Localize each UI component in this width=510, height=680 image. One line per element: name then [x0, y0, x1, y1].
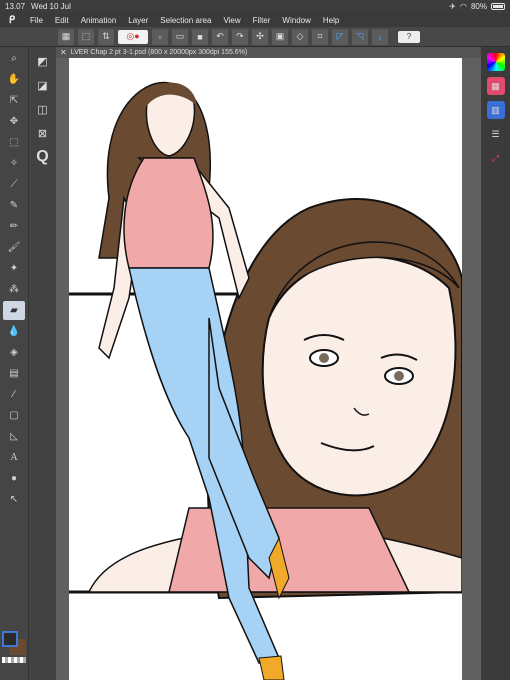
- menu-filter[interactable]: Filter: [247, 16, 277, 25]
- right-panel: ▦ ▥ ☰ ⤢: [481, 47, 510, 680]
- menu-file[interactable]: File: [24, 16, 49, 25]
- fill-bucket-icon[interactable]: ◈: [3, 343, 25, 362]
- color-wheel-icon[interactable]: [486, 53, 505, 71]
- app-logo-icon[interactable]: ᑭ: [0, 15, 24, 26]
- new-file-icon[interactable]: ▫: [152, 28, 168, 45]
- subtool-4-icon[interactable]: ⊠: [33, 123, 53, 143]
- menu-edit[interactable]: Edit: [49, 16, 75, 25]
- eraser-icon[interactable]: ▰: [3, 301, 25, 320]
- help-button[interactable]: ?: [398, 30, 420, 43]
- subtool-2-icon[interactable]: ◪: [33, 75, 53, 95]
- crop-icon[interactable]: ⌗: [312, 28, 328, 45]
- status-time: 13.07: [5, 2, 26, 11]
- close-tab-icon[interactable]: ✕: [60, 48, 67, 57]
- correct-line-icon[interactable]: ↖: [3, 490, 25, 509]
- battery-percent: 80%: [470, 2, 487, 11]
- status-bar: 13.07 Wed 10 Jul ✈ ◠ 80%: [0, 0, 510, 13]
- airbrush-icon[interactable]: ✦: [3, 259, 25, 278]
- sub-tool-palette: ◩ ◪ ◫ ⊠ Q: [28, 47, 56, 680]
- subtool-3-icon[interactable]: ◫: [33, 99, 53, 119]
- pin-icon[interactable]: ↓: [372, 28, 388, 45]
- menu-selection-area[interactable]: Selection area: [154, 16, 217, 25]
- pencil-icon[interactable]: ✏: [3, 217, 25, 236]
- auto-select-icon[interactable]: ✧: [3, 154, 25, 173]
- menu-grid-icon[interactable]: ▦: [58, 28, 74, 45]
- command-bar: ▦ ⬚ ⇅ ◎● ▫ ▭ ■ ↶ ↷ ✣ ▣ ◇ ⌗ ◸ ◹ ↓ ?: [0, 27, 510, 47]
- canvas-page[interactable]: [69, 58, 462, 680]
- fill-icon[interactable]: ▣: [272, 28, 288, 45]
- operation-icon[interactable]: ⇱: [3, 91, 25, 110]
- zoom-icon[interactable]: ⌕: [3, 49, 25, 68]
- ruler-tool-icon[interactable]: ◺: [3, 427, 25, 446]
- balloon-icon[interactable]: ●: [3, 469, 25, 488]
- color-set-icon[interactable]: ▦: [486, 77, 505, 95]
- blend-icon[interactable]: 💧: [3, 322, 25, 341]
- menu-bar: ᑭ File Edit Animation Layer Selection ar…: [0, 13, 510, 27]
- battery-icon: [491, 3, 505, 10]
- move-layer-icon[interactable]: ✥: [3, 112, 25, 131]
- selection-icon[interactable]: ⬚: [3, 133, 25, 152]
- wifi-icon: ◠: [460, 2, 467, 11]
- hand-icon[interactable]: ✋: [3, 70, 25, 89]
- eyedropper-icon[interactable]: ⟋: [3, 175, 25, 194]
- color-swatches[interactable]: [2, 631, 26, 659]
- brush-icon[interactable]: 🖌: [3, 238, 25, 257]
- decoration-icon[interactable]: ⁂: [3, 280, 25, 299]
- clear-icon[interactable]: ◇: [292, 28, 308, 45]
- ruler-icon[interactable]: ◸: [332, 28, 348, 45]
- text-icon[interactable]: A: [3, 448, 25, 467]
- menu-layer[interactable]: Layer: [122, 16, 154, 25]
- gradient-icon[interactable]: ▤: [3, 364, 25, 383]
- sub-view-icon[interactable]: ⤢: [487, 149, 505, 167]
- menu-window[interactable]: Window: [276, 16, 316, 25]
- pen-icon[interactable]: ✎: [3, 196, 25, 215]
- redo-icon[interactable]: ↷: [232, 28, 248, 45]
- menu-help[interactable]: Help: [317, 16, 345, 25]
- transform-icon[interactable]: ✣: [252, 28, 268, 45]
- intermediate-color-icon[interactable]: ▥: [486, 101, 505, 119]
- main-color-swatch[interactable]: [2, 631, 18, 647]
- canvas-area[interactable]: ✕ LVER Chap 2 pt 3-1.psd (800 x 20000px …: [56, 47, 481, 680]
- frame-icon[interactable]: ▢: [3, 406, 25, 425]
- transparent-color-swatch[interactable]: [2, 657, 26, 663]
- open-folder-icon[interactable]: ▭: [172, 28, 188, 45]
- snap-icon[interactable]: ◹: [352, 28, 368, 45]
- undo-icon[interactable]: ↶: [212, 28, 228, 45]
- document-tab[interactable]: ✕ LVER Chap 2 pt 3-1.psd (800 x 20000px …: [56, 47, 481, 58]
- figure-icon[interactable]: ∕: [3, 385, 25, 404]
- companion-mode-button[interactable]: ◎●: [118, 29, 148, 44]
- subtool-5-icon[interactable]: Q: [33, 147, 53, 167]
- airplane-icon: ✈: [449, 2, 456, 11]
- layers-icon[interactable]: ☰: [487, 125, 505, 143]
- tool-palette: ⌕ ✋ ⇱ ✥ ⬚ ✧ ⟋ ✎ ✏ 🖌 ✦ ⁂ ▰ 💧 ◈ ▤ ∕ ▢ ◺ A …: [0, 47, 28, 680]
- save-icon[interactable]: ■: [192, 28, 208, 45]
- subtool-1-icon[interactable]: ◩: [33, 51, 53, 71]
- comic-artwork: [69, 81, 462, 680]
- quick-access-icon[interactable]: ⬚: [78, 28, 94, 45]
- scroll-arrows-icon[interactable]: ⇅: [98, 28, 114, 45]
- menu-view[interactable]: View: [217, 16, 246, 25]
- menu-animation[interactable]: Animation: [75, 16, 123, 25]
- document-title: LVER Chap 2 pt 3-1.psd (800 x 20000px 30…: [70, 49, 248, 56]
- status-date: Wed 10 Jul: [31, 2, 71, 11]
